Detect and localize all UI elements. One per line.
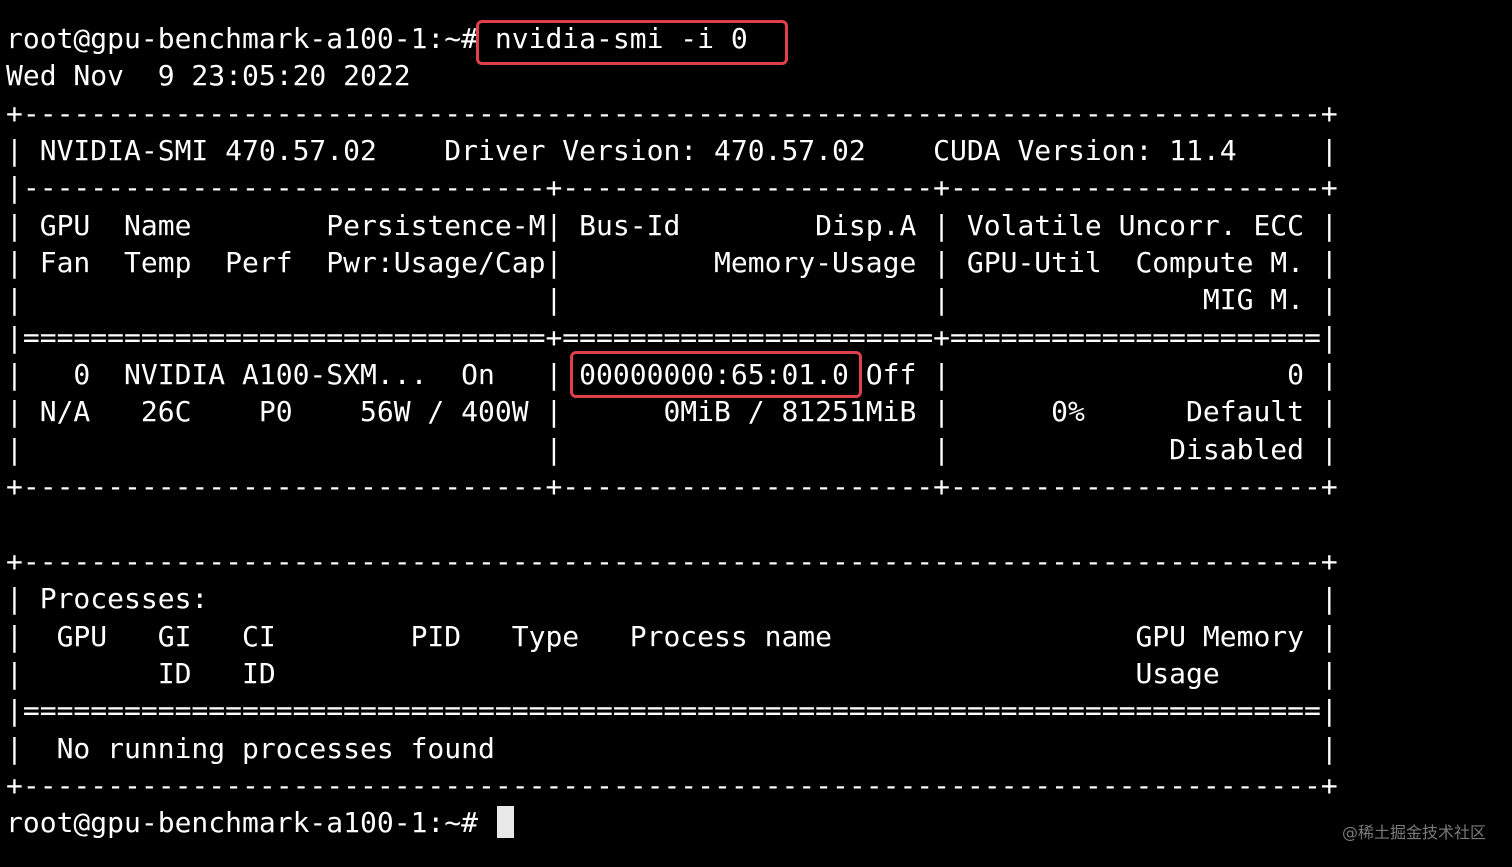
no-processes-message: | No running processes found | [6,731,1338,765]
final-prompt-line: root@gpu-benchmark-a100-1:~# [6,804,1338,841]
processes-border-top: +---------------------------------------… [6,544,1338,578]
gpu-row-2: | N/A 26C P0 56W / 400W | 0MiB / 81251Mi… [6,395,1338,429]
terminal-output[interactable]: root@gpu-benchmark-a100-1:~# nvidia-smi … [6,20,1338,842]
version-line: | NVIDIA-SMI 470.57.02 Driver Version: 4… [6,134,1338,168]
shell-prompt: root@gpu-benchmark-a100-1:~# [6,22,495,55]
processes-header-1: | GPU GI CI PID Type Process name GPU Me… [6,619,1338,653]
command-highlight-box [476,20,788,65]
final-shell-prompt: root@gpu-benchmark-a100-1:~# [6,806,495,840]
header-line-2: | Fan Temp Perf Pwr:Usage/Cap| Memory-Us… [6,246,1338,280]
processes-border-bottom: +---------------------------------------… [6,768,1338,802]
table-border-bottom: +-------------------------------+-------… [6,470,1338,504]
processes-header-2: | ID ID Usage | [6,656,1338,690]
header-line-3: | | | MIG M. | [6,283,1338,317]
processes-title: | Processes: | [6,582,1338,616]
bus-id-highlight-box [570,351,862,398]
processes-separator: |=======================================… [6,694,1338,728]
watermark-text: @稀土掘金技术社区 [1341,823,1486,842]
gpu-row-3: | | | Disabled | [6,432,1338,466]
header-line-1: | GPU Name Persistence-M| Bus-Id Disp.A … [6,208,1338,242]
text-cursor [496,806,514,839]
table-divider: |-------------------------------+-------… [6,171,1338,205]
table-border-top: +---------------------------------------… [6,96,1338,130]
